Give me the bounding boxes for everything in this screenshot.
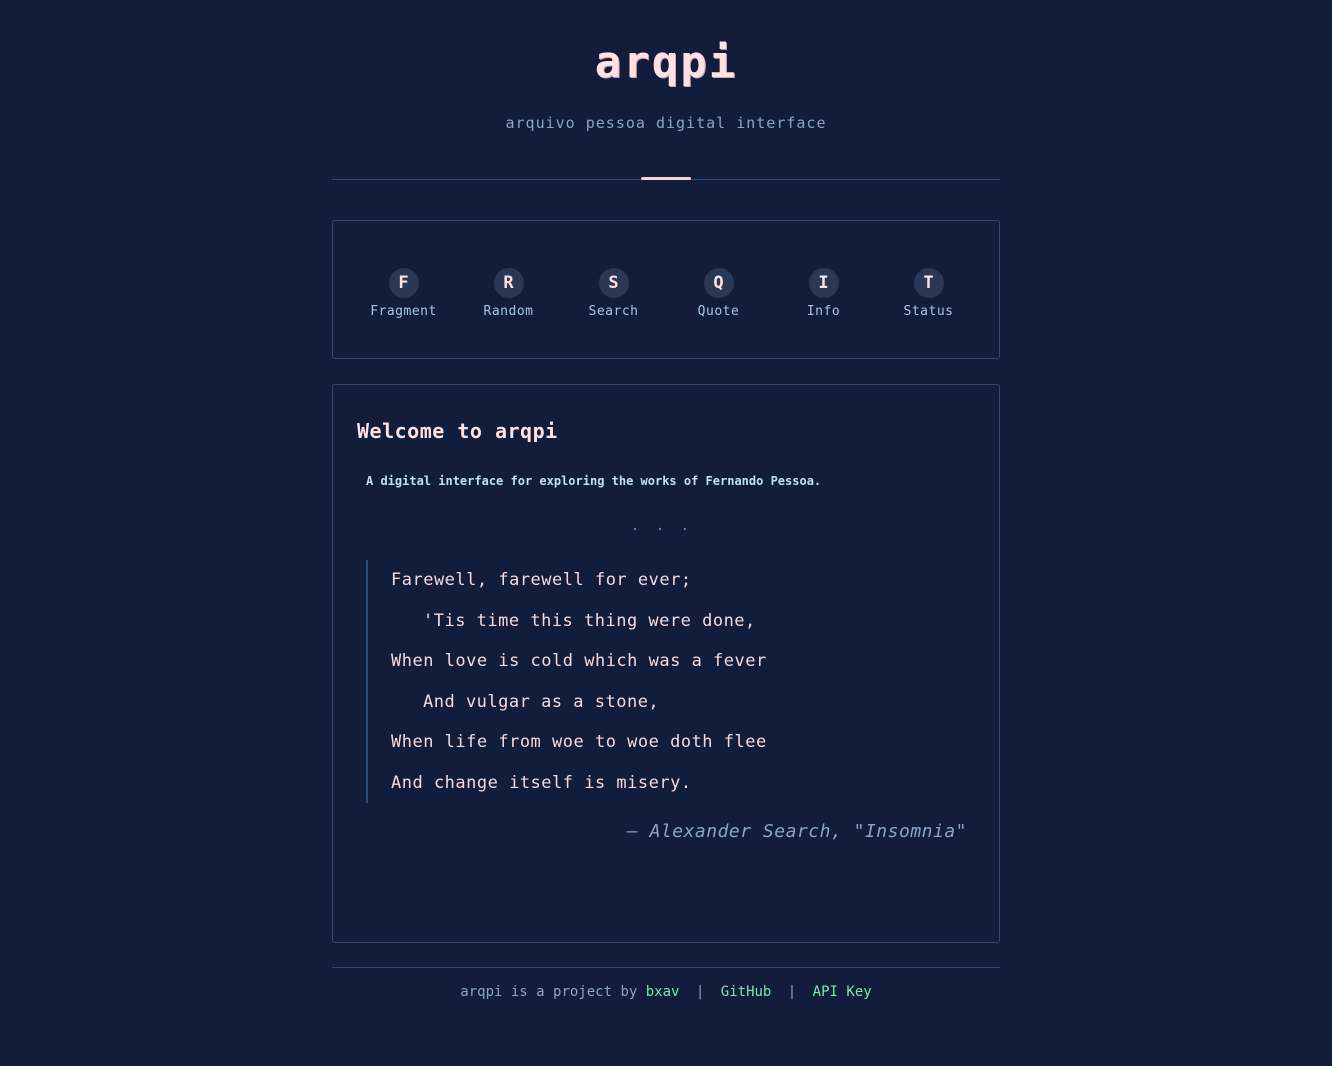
fragment-key-icon: F [388, 267, 419, 298]
nav-label-status: Status [903, 303, 954, 319]
header-divider [332, 177, 1000, 180]
nav-item-status[interactable]: T Status [884, 267, 974, 319]
author-link[interactable]: bxav [646, 984, 680, 1000]
poem-line: When love is cold which was a fever [391, 651, 767, 671]
welcome-panel: Welcome to arqpi A digital interface for… [332, 384, 1000, 943]
nav-label-quote: Quote [697, 303, 740, 319]
footer-separator: | [695, 984, 705, 1000]
nav-item-random[interactable]: R Random [464, 267, 554, 319]
poem-line: 'Tis time this thing were done, [423, 610, 756, 631]
random-key-icon: R [493, 267, 524, 298]
nav-label-search: Search [588, 303, 639, 319]
nav-label-random: Random [483, 303, 534, 319]
site-logo[interactable]: arqpi [332, 38, 1000, 88]
nav-item-quote[interactable]: Q Quote [674, 267, 764, 319]
nav-label-info: Info [806, 303, 841, 319]
command-nav: F Fragment R Random S Search Q Quote I I… [332, 220, 1000, 359]
status-key-icon: T [913, 267, 944, 298]
site-subtitle: arquivo pessoa digital interface [505, 114, 827, 132]
welcome-title: Welcome to arqpi [357, 419, 558, 443]
ellipsis-divider: . . . [630, 518, 694, 534]
poem-line: And vulgar as a stone, [423, 691, 660, 712]
poem-attribution: — Alexander Search, "Insomnia" [626, 821, 967, 842]
nav-item-info[interactable]: I Info [779, 267, 869, 319]
info-key-icon: I [808, 267, 839, 298]
welcome-description: A digital interface for exploring the wo… [366, 474, 822, 488]
header-divider-accent [641, 177, 691, 180]
nav-item-search[interactable]: S Search [569, 267, 659, 319]
footer-separator: | [787, 984, 797, 1000]
footer-prefix: arqpi is a project by [460, 984, 638, 1000]
poem-line: Farewell, farewell for ever; [391, 570, 692, 590]
nav-label-fragment: Fragment [370, 303, 437, 319]
site-header: arqpi arquivo pessoa digital interface [332, 0, 1000, 133]
page: arqpi arquivo pessoa digital interface F… [332, 0, 1000, 1000]
poem-line: When life from woe to woe doth flee [391, 732, 767, 752]
nav-item-fragment[interactable]: F Fragment [359, 267, 449, 319]
quote-key-icon: Q [703, 267, 734, 298]
poem-quote: Farewell, farewell for ever; 'Tis time t… [366, 560, 967, 803]
poem-line: And change itself is misery. [391, 772, 692, 793]
search-key-icon: S [598, 267, 629, 298]
site-footer: arqpi is a project by bxav | GitHub | AP… [332, 967, 1000, 1000]
api-key-link[interactable]: API Key [813, 984, 872, 1000]
github-link[interactable]: GitHub [721, 984, 772, 1000]
